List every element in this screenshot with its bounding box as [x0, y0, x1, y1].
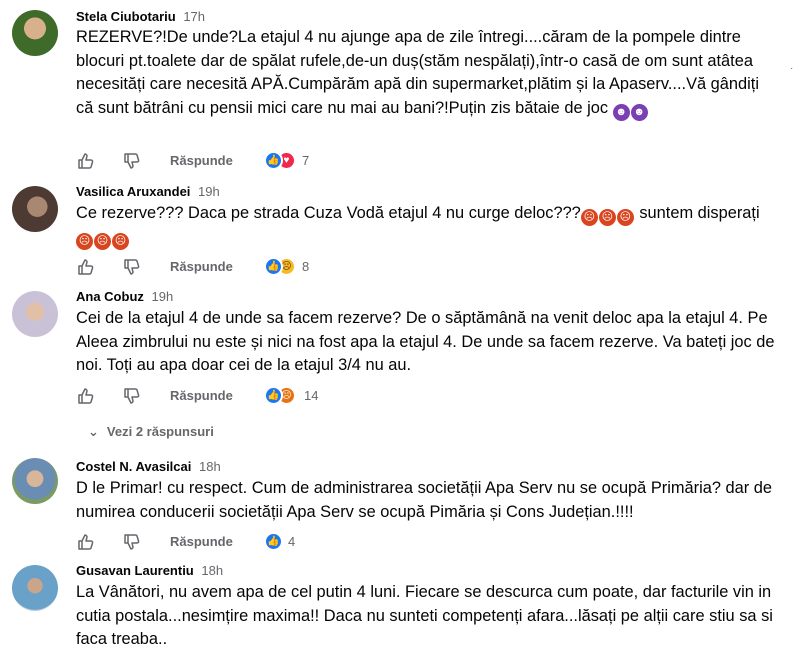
angry-emoji-icon: ☹ [616, 209, 634, 226]
timestamp[interactable]: 18h [201, 563, 223, 578]
avatar[interactable] [12, 186, 58, 232]
author-name[interactable]: Gusavan Laurentiu [76, 563, 194, 578]
like-icon[interactable] [76, 151, 96, 171]
comment-4: Costel N. Avasilcai 18h D le Primar! cu … [0, 453, 800, 557]
reaction-count: 4 [288, 534, 296, 549]
reaction-count: 8 [302, 259, 310, 274]
comment-header: Gusavan Laurentiu 18h [76, 563, 223, 578]
comment-text-wrap: REZERVE?!De unde?La etajul 4 nu ajunge a… [76, 26, 776, 121]
dislike-icon[interactable] [122, 532, 142, 552]
avatar[interactable] [12, 565, 58, 611]
comment-text-mid: suntem disperați [634, 204, 760, 222]
reply-button[interactable]: Răspunde [170, 153, 233, 168]
author-name[interactable]: Ana Cobuz [76, 289, 144, 304]
dislike-icon[interactable] [122, 151, 142, 171]
comment-actions: Răspunde 👍 ☹ 14 [76, 386, 576, 408]
comment-actions: Răspunde 👍 4 [76, 532, 576, 554]
avatar[interactable] [12, 458, 58, 504]
author-name[interactable]: Costel N. Avasilcai [76, 459, 191, 474]
avatar[interactable] [12, 291, 58, 337]
devil-emoji-icon: ☻ [612, 103, 630, 121]
timestamp[interactable]: 19h [198, 184, 220, 199]
comment-actions: Răspunde 👍 ♥ 7 [76, 151, 576, 173]
comment-text: Cei de la etajul 4 de unde sa facem reze… [76, 309, 775, 374]
timestamp[interactable]: 17h [183, 9, 205, 24]
reaction-count: 14 [304, 388, 319, 403]
author-name[interactable]: Vasilica Aruxandei [76, 184, 190, 199]
comment-actions: Răspunde 👍 ☹ 8 [76, 257, 576, 279]
reply-button[interactable]: Răspunde [170, 534, 233, 549]
like-icon[interactable] [76, 386, 96, 406]
comment-2: Vasilica Aruxandei 19h Ce rezerve??? Dac… [0, 178, 800, 283]
comment-text-wrap: Ce rezerve??? Daca pe strada Cuza Vodă e… [76, 202, 776, 250]
author-name[interactable]: Stela Ciubotariu [76, 9, 176, 24]
view-replies-label: Vezi 2 răspunsuri [106, 424, 214, 439]
dislike-icon[interactable] [122, 257, 142, 277]
angry-emoji-icon: ☹ [580, 209, 598, 226]
comment-header: Costel N. Avasilcai 18h [76, 459, 221, 474]
dislike-icon[interactable] [122, 386, 142, 406]
comment-text: REZERVE?!De unde?La etajul 4 nu ajunge a… [76, 28, 759, 117]
avatar[interactable] [12, 10, 58, 56]
angry-emoji-icon: ☹ [112, 233, 129, 250]
timestamp[interactable]: 18h [199, 459, 221, 474]
angry-emoji-icon: ☹ [76, 233, 93, 250]
comment-header: Stela Ciubotariu 17h [76, 9, 205, 24]
comment-5: Gusavan Laurentiu 18h La Vânători, nu av… [0, 557, 800, 662]
like-reaction-icon: 👍 [264, 151, 283, 170]
comment-1: Stela Ciubotariu 17h REZERVE?!De unde?La… [0, 0, 800, 178]
reaction-count: 7 [302, 153, 310, 168]
comment-header: Vasilica Aruxandei 19h [76, 184, 220, 199]
comment-text: Ce rezerve??? Daca pe strada Cuza Vodă e… [76, 204, 581, 222]
angry-emoji-icon: ☹ [94, 233, 111, 250]
comment-header: Ana Cobuz 19h [76, 289, 173, 304]
view-replies-link[interactable]: ⌄ Vezi 2 răspunsuri [88, 424, 214, 440]
angry-emoji-icon: ☹ [598, 209, 616, 226]
like-reaction-icon: 👍 [264, 532, 283, 551]
comment-text: La Vânători, nu avem apa de cel putin 4 … [76, 583, 773, 648]
like-icon[interactable] [76, 532, 96, 552]
like-reaction-icon: 👍 [264, 257, 283, 276]
like-icon[interactable] [76, 257, 96, 277]
reply-button[interactable]: Răspunde [170, 388, 233, 403]
like-reaction-icon: 👍 [264, 386, 283, 405]
timestamp[interactable]: 19h [152, 289, 174, 304]
chevron-down-icon: ⌄ [88, 424, 99, 439]
comment-text: D le Primar! cu respect. Cum de administ… [76, 479, 773, 521]
reply-button[interactable]: Răspunde [170, 259, 233, 274]
devil-emoji-icon: ☻ [630, 103, 648, 121]
